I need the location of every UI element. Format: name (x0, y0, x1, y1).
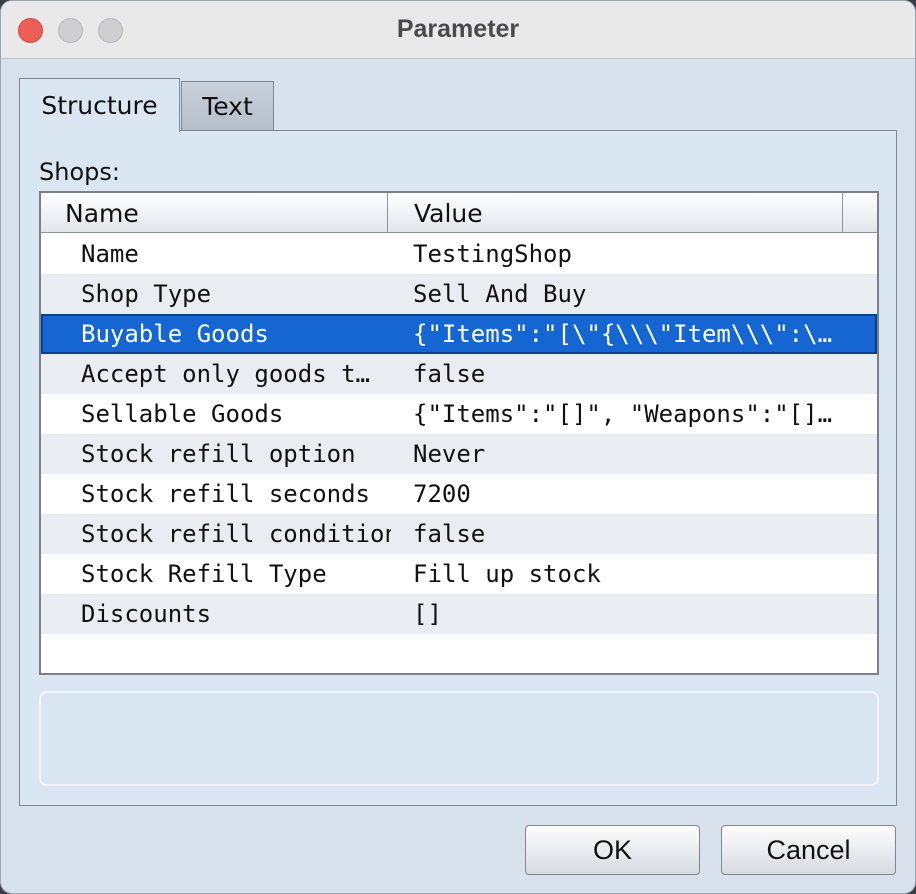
column-header-spacer (843, 193, 879, 233)
ok-button[interactable]: OK (525, 825, 700, 875)
table-header: Name Value (41, 193, 877, 233)
row-name-cell: Stock refill seconds (81, 480, 370, 508)
table-row[interactable]: Stock refill option Never (41, 434, 877, 474)
table-row[interactable]: Shop Type Sell And Buy (41, 274, 877, 314)
shops-label: Shops: (39, 158, 120, 186)
row-value-cell: Sell And Buy (413, 280, 587, 308)
column-header-value[interactable]: Value (388, 193, 843, 233)
row-name-cell: Stock refill condition (81, 520, 391, 548)
row-name-cell: Name (81, 240, 139, 268)
shops-table: Name Value Name TestingShop Shop Type Se… (39, 191, 879, 675)
row-value-cell: Fill up stock (413, 560, 601, 588)
row-name-cell: Buyable Goods (81, 320, 269, 348)
row-name-cell: Discounts (81, 600, 212, 628)
row-value-cell: false (413, 520, 486, 548)
row-value-cell: 7200 (413, 480, 471, 508)
row-name-cell: Stock refill option (81, 440, 356, 468)
row-value-cell: {"Items":"[]", "Weapons":"[]… (413, 400, 833, 428)
column-header-name[interactable]: Name (41, 193, 388, 233)
table-row[interactable]: Stock Refill Type Fill up stock (41, 554, 877, 594)
row-value-cell: TestingShop (413, 240, 572, 268)
title-bar: Parameter (1, 1, 915, 59)
row-name-cell: Shop Type (81, 280, 212, 308)
description-box (39, 691, 879, 786)
row-value-cell: false (413, 360, 486, 388)
table-row-selected[interactable]: Buyable Goods {"Items":"[\"{\\\"Item\\\"… (41, 314, 877, 354)
table-row[interactable]: Stock refill seconds 7200 (41, 474, 877, 514)
table-row[interactable]: Discounts [] (41, 594, 877, 634)
table-row[interactable]: Name TestingShop (41, 234, 877, 274)
window-title: Parameter (396, 15, 520, 43)
tab-text[interactable]: Text (181, 81, 274, 130)
table-row[interactable]: Accept only goods t… false (41, 354, 877, 394)
cancel-button[interactable]: Cancel (721, 825, 896, 875)
parameter-dialog: Parameter Structure Text Shops: Name Val… (0, 0, 916, 894)
row-name-cell: Sellable Goods (81, 400, 284, 428)
row-name-cell: Stock Refill Type (81, 560, 327, 588)
table-rows: Name TestingShop Shop Type Sell And Buy … (41, 234, 877, 634)
row-value-cell: [] (413, 600, 442, 628)
tab-structure[interactable]: Structure (19, 78, 180, 132)
row-value-cell: Never (413, 440, 486, 468)
row-value-cell: {"Items":"[\"{\\\"Item\\\":\… (413, 320, 833, 348)
table-row[interactable]: Sellable Goods {"Items":"[]", "Weapons":… (41, 394, 877, 434)
table-row[interactable]: Stock refill condition false (41, 514, 877, 554)
row-name-cell: Accept only goods t… (81, 360, 370, 388)
